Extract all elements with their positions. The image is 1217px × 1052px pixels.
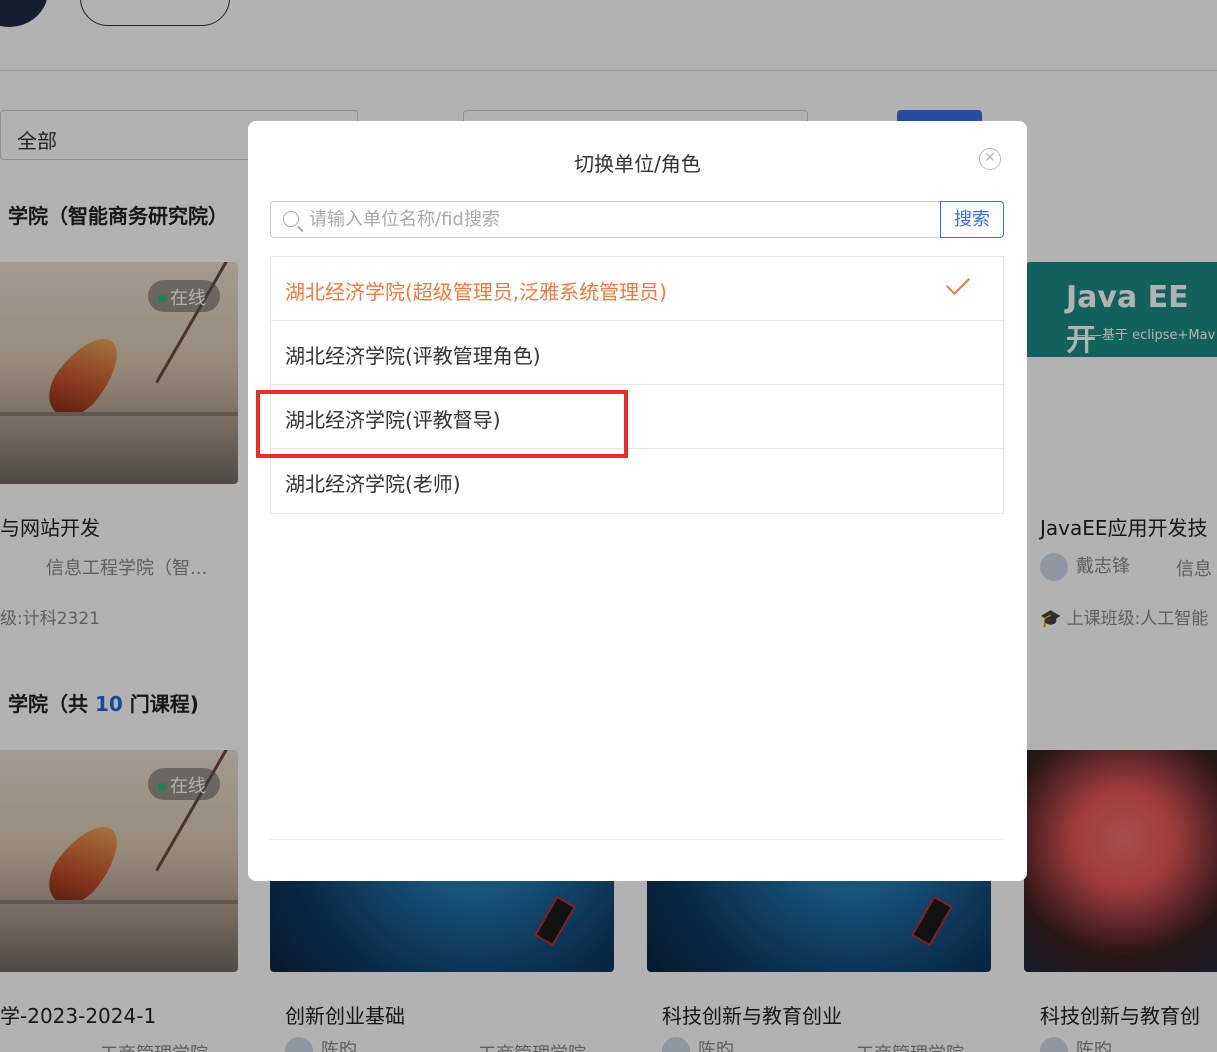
dialog-footer-divider xyxy=(270,839,1004,840)
role-item-super-admin[interactable]: 湖北经济学院(超级管理员,泛雅系统管理员) xyxy=(271,257,1003,321)
role-label: 湖北经济学院(老师) xyxy=(285,472,461,496)
role-label: 湖北经济学院(超级管理员,泛雅系统管理员) xyxy=(285,280,667,304)
close-icon[interactable]: ✕ xyxy=(979,148,1001,170)
search-field[interactable] xyxy=(270,201,940,238)
role-list: 湖北经济学院(超级管理员,泛雅系统管理员) 湖北经济学院(评教管理角色) 湖北经… xyxy=(270,256,1004,514)
highlight-annotation xyxy=(256,390,628,458)
dialog-title: 切换单位/角色 xyxy=(574,152,701,176)
search-input[interactable] xyxy=(309,202,929,237)
role-item-teacher[interactable]: 湖北经济学院(老师) xyxy=(271,449,1003,513)
search-button[interactable]: 搜索 xyxy=(940,201,1004,238)
role-item-eval-manager[interactable]: 湖北经济学院(评教管理角色) xyxy=(271,321,1003,385)
switch-role-dialog: 切换单位/角色 ✕ 搜索 湖北经济学院(超级管理员,泛雅系统管理员) 湖北经济学… xyxy=(248,121,1027,881)
check-icon xyxy=(945,270,971,296)
role-label: 湖北经济学院(评教管理角色) xyxy=(285,344,541,368)
search-icon xyxy=(283,211,299,227)
